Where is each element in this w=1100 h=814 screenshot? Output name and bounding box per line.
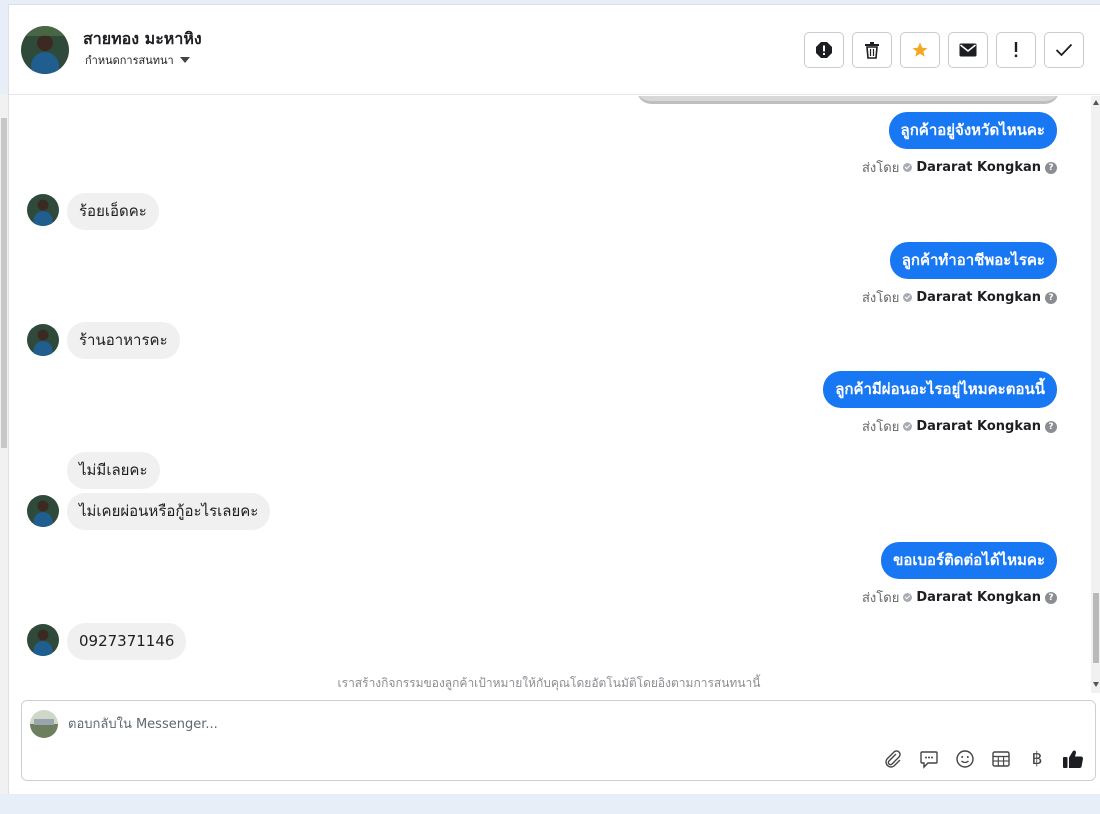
envelope-icon bbox=[959, 43, 977, 57]
sent-by-label: ส่งโดย bbox=[861, 291, 900, 306]
message-row-outgoing: ขอเบอร์ติดต่อได้ไหมคะ ส่งโดย Dararat Kon… bbox=[862, 542, 1057, 608]
alert-octagon-icon bbox=[816, 42, 832, 58]
help-icon[interactable]: ? bbox=[1045, 291, 1057, 304]
auto-activity-note: เราสร้างกิจกรรมของลูกค้าเป้าหมายให้กับคุ… bbox=[337, 676, 761, 690]
outgoing-message-bubble[interactable]: ขอเบอร์ติดต่อได้ไหมคะ bbox=[881, 542, 1057, 579]
outgoing-message-bubble[interactable]: ลูกค้าอยู่จังหวัดไหนคะ bbox=[888, 112, 1057, 149]
mark-spam-button[interactable] bbox=[804, 32, 844, 68]
incoming-message-bubble[interactable]: ร้อยเอ็ดคะ bbox=[67, 193, 159, 230]
incoming-message-bubble[interactable]: ไม่มีเลยคะ bbox=[67, 452, 160, 489]
delete-button[interactable] bbox=[852, 32, 892, 68]
avatar[interactable] bbox=[21, 26, 69, 74]
appointment-button[interactable] bbox=[989, 747, 1013, 771]
sent-by-line: ส่งโดย Dararat Kongkan ? bbox=[862, 416, 1057, 437]
avatar[interactable] bbox=[27, 194, 59, 226]
smiley-icon bbox=[956, 750, 974, 768]
message-row-outgoing: ลูกค้าอยู่จังหวัดไหนคะ ส่งโดย Dararat Ko… bbox=[862, 112, 1057, 178]
avatar[interactable] bbox=[27, 624, 59, 656]
table-icon bbox=[992, 751, 1010, 767]
agent-name: Dararat Kongkan bbox=[916, 419, 1041, 434]
sent-check-icon bbox=[903, 422, 913, 431]
paperclip-icon bbox=[885, 750, 901, 768]
star-icon bbox=[912, 42, 928, 57]
incoming-message-bubble[interactable]: 0927371146 bbox=[67, 623, 187, 660]
contact-name: สายทอง มะหาหิง bbox=[83, 29, 202, 48]
payment-button[interactable]: ฿ bbox=[1025, 747, 1049, 771]
emoji-button[interactable] bbox=[953, 747, 977, 771]
avatar[interactable] bbox=[27, 495, 59, 527]
star-button[interactable] bbox=[900, 32, 940, 68]
message-scrollbar-thumb[interactable] bbox=[1093, 593, 1099, 663]
chat-bubble-icon bbox=[920, 751, 938, 769]
sent-check-icon bbox=[903, 593, 913, 602]
reply-input[interactable] bbox=[68, 709, 768, 739]
outgoing-message-bubble[interactable]: ลูกค้าทำอาชีพอะไรคะ bbox=[889, 242, 1057, 279]
sent-by-label: ส่งโดย bbox=[861, 161, 900, 176]
sent-check-icon bbox=[903, 293, 913, 302]
conversation-panel: สายทอง มะหาหิง กำหนดการสนทนา ลูกค้าอยู่จ… bbox=[8, 4, 1100, 794]
incoming-message-bubble[interactable]: ร้านอาหารคะ bbox=[67, 322, 180, 359]
follow-up-button[interactable] bbox=[996, 32, 1036, 68]
outgoing-message-bubble[interactable]: ลูกค้ามีผ่อนอะไรอยู่ไหมคะตอนนี้ bbox=[823, 371, 1057, 408]
sent-by-line: ส่งโดย Dararat Kongkan ? bbox=[862, 287, 1057, 308]
header-actions bbox=[804, 32, 1084, 68]
composer-tools: ฿ bbox=[881, 747, 1085, 771]
thumbs-up-icon bbox=[1063, 750, 1084, 769]
outer-scrollbar[interactable] bbox=[0, 94, 8, 794]
sent-by-line: ส่งโดย Dararat Kongkan ? bbox=[862, 587, 1057, 608]
baht-icon: ฿ bbox=[1031, 749, 1043, 769]
like-button[interactable] bbox=[1061, 747, 1085, 771]
scroll-down-icon[interactable] bbox=[1093, 682, 1099, 687]
attach-button[interactable] bbox=[881, 747, 905, 771]
sent-check-icon bbox=[903, 163, 913, 172]
conversation-settings-dropdown[interactable]: กำหนดการสนทนา bbox=[85, 51, 190, 69]
caret-down-icon bbox=[179, 57, 190, 63]
conversation-header: สายทอง มะหาหิง กำหนดการสนทนา bbox=[9, 5, 1100, 95]
help-icon[interactable]: ? bbox=[1045, 591, 1057, 604]
help-icon[interactable]: ? bbox=[1045, 161, 1057, 174]
outer-scrollbar-thumb[interactable] bbox=[1, 118, 7, 448]
agent-name: Dararat Kongkan bbox=[916, 160, 1041, 175]
avatar[interactable] bbox=[27, 324, 59, 356]
agent-name: Dararat Kongkan bbox=[916, 290, 1041, 305]
conversation-settings-label: กำหนดการสนทนา bbox=[85, 54, 174, 67]
mark-done-button[interactable] bbox=[1044, 32, 1084, 68]
previous-media-attachment[interactable] bbox=[637, 96, 1059, 104]
sent-by-label: ส่งโดย bbox=[861, 420, 900, 435]
help-icon[interactable]: ? bbox=[1045, 420, 1057, 433]
message-row-outgoing: ลูกค้าทำอาชีพอะไรคะ ส่งโดย Dararat Kongk… bbox=[862, 242, 1057, 308]
sent-by-label: ส่งโดย bbox=[861, 591, 900, 606]
message-scrollbar[interactable] bbox=[1091, 96, 1100, 693]
agent-name: Dararat Kongkan bbox=[916, 590, 1041, 605]
message-list[interactable]: ลูกค้าอยู่จังหวัดไหนคะ ส่งโดย Dararat Ko… bbox=[9, 96, 1089, 693]
saved-replies-button[interactable] bbox=[917, 747, 941, 771]
trash-icon bbox=[865, 42, 879, 59]
check-icon bbox=[1055, 43, 1073, 57]
reply-composer: ฿ bbox=[21, 700, 1096, 781]
mark-unread-button[interactable] bbox=[948, 32, 988, 68]
scroll-up-icon[interactable] bbox=[1093, 100, 1099, 105]
message-row-outgoing: ลูกค้ามีผ่อนอะไรอยู่ไหมคะตอนนี้ ส่งโดย D… bbox=[823, 371, 1057, 437]
exclamation-icon bbox=[1014, 42, 1018, 58]
incoming-message-bubble[interactable]: ไม่เคยผ่อนหรือกู้อะไรเลยคะ bbox=[67, 493, 271, 530]
sent-by-line: ส่งโดย Dararat Kongkan ? bbox=[862, 157, 1057, 178]
page-avatar bbox=[30, 710, 58, 738]
